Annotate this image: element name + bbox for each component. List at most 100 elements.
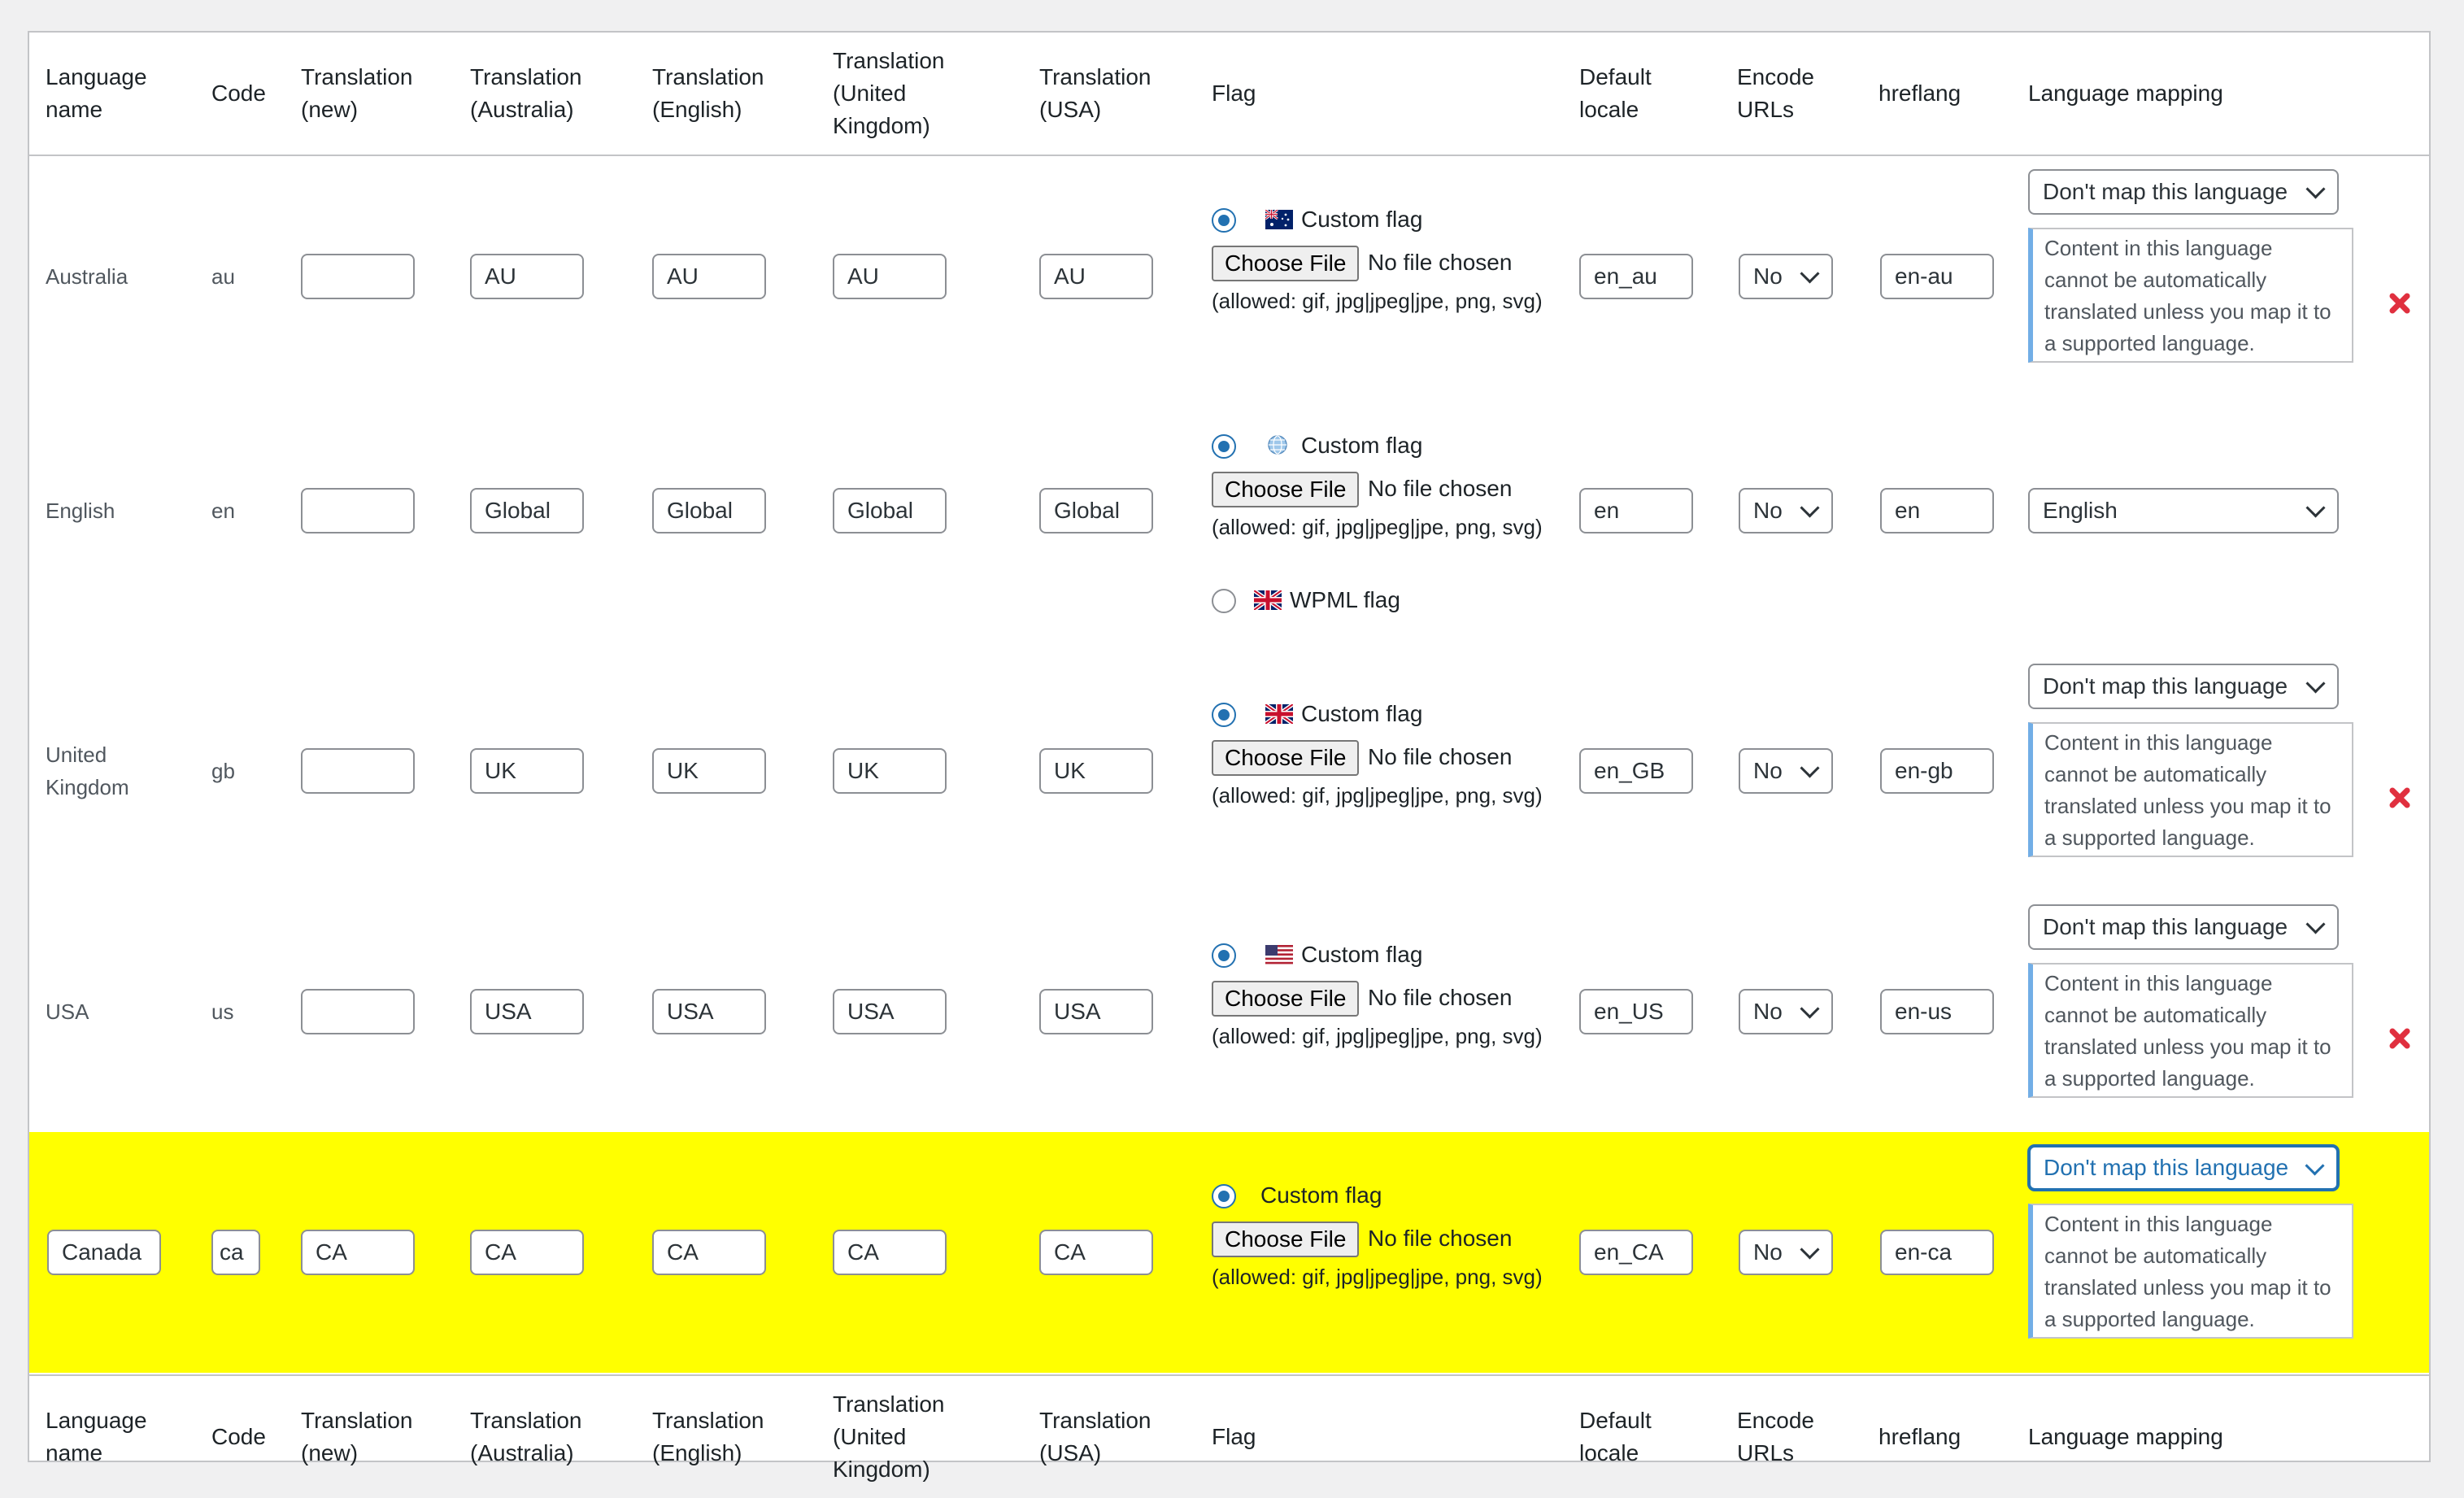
translation-new-input[interactable] xyxy=(301,989,415,1034)
new-language-name-input[interactable]: Canada xyxy=(47,1230,161,1275)
translation-usa-input[interactable]: Global xyxy=(1039,488,1153,533)
custom-flag-radio[interactable] xyxy=(1212,1184,1236,1208)
language-code: us xyxy=(211,999,234,1024)
translation-english-input[interactable]: USA xyxy=(652,989,766,1034)
header-default-locale: Default locale xyxy=(1579,64,1652,122)
choose-file-button[interactable]: Choose File xyxy=(1212,740,1360,776)
custom-flag-label: Custom flag xyxy=(1301,207,1423,232)
footer-translation-usa: Translation (USA) xyxy=(1039,1408,1151,1465)
mapping-note: Content in this language cannot be autom… xyxy=(2028,1204,2353,1339)
no-file-chosen-text: No file chosen xyxy=(1368,250,1513,275)
header-translation-english: Translation (English) xyxy=(652,64,764,122)
translation-usa-input[interactable]: AU xyxy=(1039,254,1153,299)
translation-new-input[interactable] xyxy=(301,254,415,299)
choose-file-button[interactable]: Choose File xyxy=(1212,981,1360,1017)
encode-urls-value: No xyxy=(1753,263,1783,289)
new-language-code-input[interactable]: ca xyxy=(211,1230,260,1275)
chevron-down-icon xyxy=(2305,179,2326,199)
footer-code: Code xyxy=(211,1424,266,1449)
allowed-file-types: (allowed: gif, jpg|jpeg|jpe, png, svg) xyxy=(1212,289,1543,313)
default-locale-input[interactable]: en xyxy=(1579,488,1693,533)
translation-australia-input[interactable]: AU xyxy=(470,254,584,299)
encode-urls-select[interactable]: No xyxy=(1739,488,1833,533)
delete-icon[interactable] xyxy=(2388,291,2412,316)
translation-usa-input[interactable]: USA xyxy=(1039,989,1153,1034)
translation-english-input[interactable]: AU xyxy=(652,254,766,299)
footer-hreflang: hreflang xyxy=(1878,1424,1961,1449)
custom-flag-label: Custom flag xyxy=(1301,942,1423,967)
default-locale-input[interactable]: en_au xyxy=(1579,254,1693,299)
footer-encode-urls: Encode URLs xyxy=(1737,1408,1814,1465)
choose-file-button[interactable]: Choose File xyxy=(1212,246,1360,281)
translation-usa-input[interactable]: UK xyxy=(1039,748,1153,794)
language-mapping-select[interactable]: Don't map this language xyxy=(2028,904,2339,950)
default-locale-input[interactable]: en_US xyxy=(1579,989,1693,1034)
translation-english-input[interactable]: UK xyxy=(652,748,766,794)
chevron-down-icon xyxy=(1800,1239,1820,1260)
translation-new-input[interactable]: CA xyxy=(301,1230,415,1275)
header-translation-australia: Translation (Australia) xyxy=(470,64,582,122)
no-file-chosen-text: No file chosen xyxy=(1368,476,1513,501)
language-mapping-value: English xyxy=(2043,498,2118,523)
translation-australia-input[interactable]: Global xyxy=(470,488,584,533)
footer-flag: Flag xyxy=(1212,1424,1256,1449)
language-code: en xyxy=(211,498,235,523)
encode-urls-select[interactable]: No xyxy=(1739,254,1833,299)
default-locale-input[interactable]: en_GB xyxy=(1579,748,1693,794)
footer-language-name: Language name xyxy=(46,1408,147,1465)
custom-flag-label: Custom flag xyxy=(1260,1182,1382,1208)
new-language-row: Canada ca CA CA CA CA CA Custom flag Cho… xyxy=(29,1132,2429,1373)
footer-default-locale: Default locale xyxy=(1579,1408,1652,1465)
wpml-flag-radio[interactable] xyxy=(1212,589,1236,613)
hreflang-input[interactable]: en-gb xyxy=(1880,748,1994,794)
default-locale-input[interactable]: en_CA xyxy=(1579,1230,1693,1275)
encode-urls-select[interactable]: No xyxy=(1739,1230,1833,1275)
translation-usa-input[interactable]: CA xyxy=(1039,1230,1153,1275)
translation-new-input[interactable] xyxy=(301,488,415,533)
encode-urls-select[interactable]: No xyxy=(1739,748,1833,794)
language-mapping-select[interactable]: Don't map this language xyxy=(2028,1145,2339,1191)
header-flag: Flag xyxy=(1212,81,1256,106)
chevron-down-icon xyxy=(2305,1156,2325,1176)
language-code: au xyxy=(211,263,235,289)
custom-flag-radio[interactable] xyxy=(1212,208,1236,233)
translation-australia-input[interactable]: UK xyxy=(470,748,584,794)
uk-flag-icon xyxy=(1254,590,1282,610)
translation-australia-input[interactable]: CA xyxy=(470,1230,584,1275)
footer-translation-australia: Translation (Australia) xyxy=(470,1408,582,1465)
translation-english-input[interactable]: Global xyxy=(652,488,766,533)
header-translation-uk: Translation (United Kingdom) xyxy=(833,48,945,138)
language-mapping-select[interactable]: Don't map this language xyxy=(2028,664,2339,709)
wpml-flag-label: WPML flag xyxy=(1290,587,1400,612)
choose-file-button[interactable]: Choose File xyxy=(1212,472,1360,507)
custom-flag-radio[interactable] xyxy=(1212,703,1236,727)
language-mapping-select[interactable]: Don't map this language xyxy=(2028,169,2339,215)
language-mapping-value: Don't map this language xyxy=(2043,914,2288,939)
choose-file-button[interactable]: Choose File xyxy=(1212,1221,1360,1257)
hreflang-input[interactable]: en-au xyxy=(1880,254,1994,299)
language-mapping-select[interactable]: English xyxy=(2028,488,2339,533)
chevron-down-icon xyxy=(1800,263,1820,284)
hreflang-input[interactable]: en xyxy=(1880,488,1994,533)
encode-urls-value: No xyxy=(1753,498,1783,523)
custom-flag-radio[interactable] xyxy=(1212,434,1236,459)
translation-uk-input[interactable]: Global xyxy=(833,488,947,533)
translation-uk-input[interactable]: AU xyxy=(833,254,947,299)
header-language-mapping: Language mapping xyxy=(2028,81,2223,106)
delete-icon[interactable] xyxy=(2388,786,2412,810)
footer-language-mapping: Language mapping xyxy=(2028,1424,2223,1449)
translation-new-input[interactable] xyxy=(301,748,415,794)
translation-uk-input[interactable]: CA xyxy=(833,1230,947,1275)
header-code: Code xyxy=(211,81,266,106)
translation-uk-input[interactable]: USA xyxy=(833,989,947,1034)
encode-urls-select[interactable]: No xyxy=(1739,989,1833,1034)
header-translation-usa: Translation (USA) xyxy=(1039,64,1151,122)
delete-icon[interactable] xyxy=(2388,1026,2412,1051)
hreflang-input[interactable]: en-us xyxy=(1880,989,1994,1034)
custom-flag-radio[interactable] xyxy=(1212,943,1236,968)
translation-english-input[interactable]: CA xyxy=(652,1230,766,1275)
language-name: Australia xyxy=(46,263,128,289)
translation-uk-input[interactable]: UK xyxy=(833,748,947,794)
translation-australia-input[interactable]: USA xyxy=(470,989,584,1034)
hreflang-input[interactable]: en-ca xyxy=(1880,1230,1994,1275)
